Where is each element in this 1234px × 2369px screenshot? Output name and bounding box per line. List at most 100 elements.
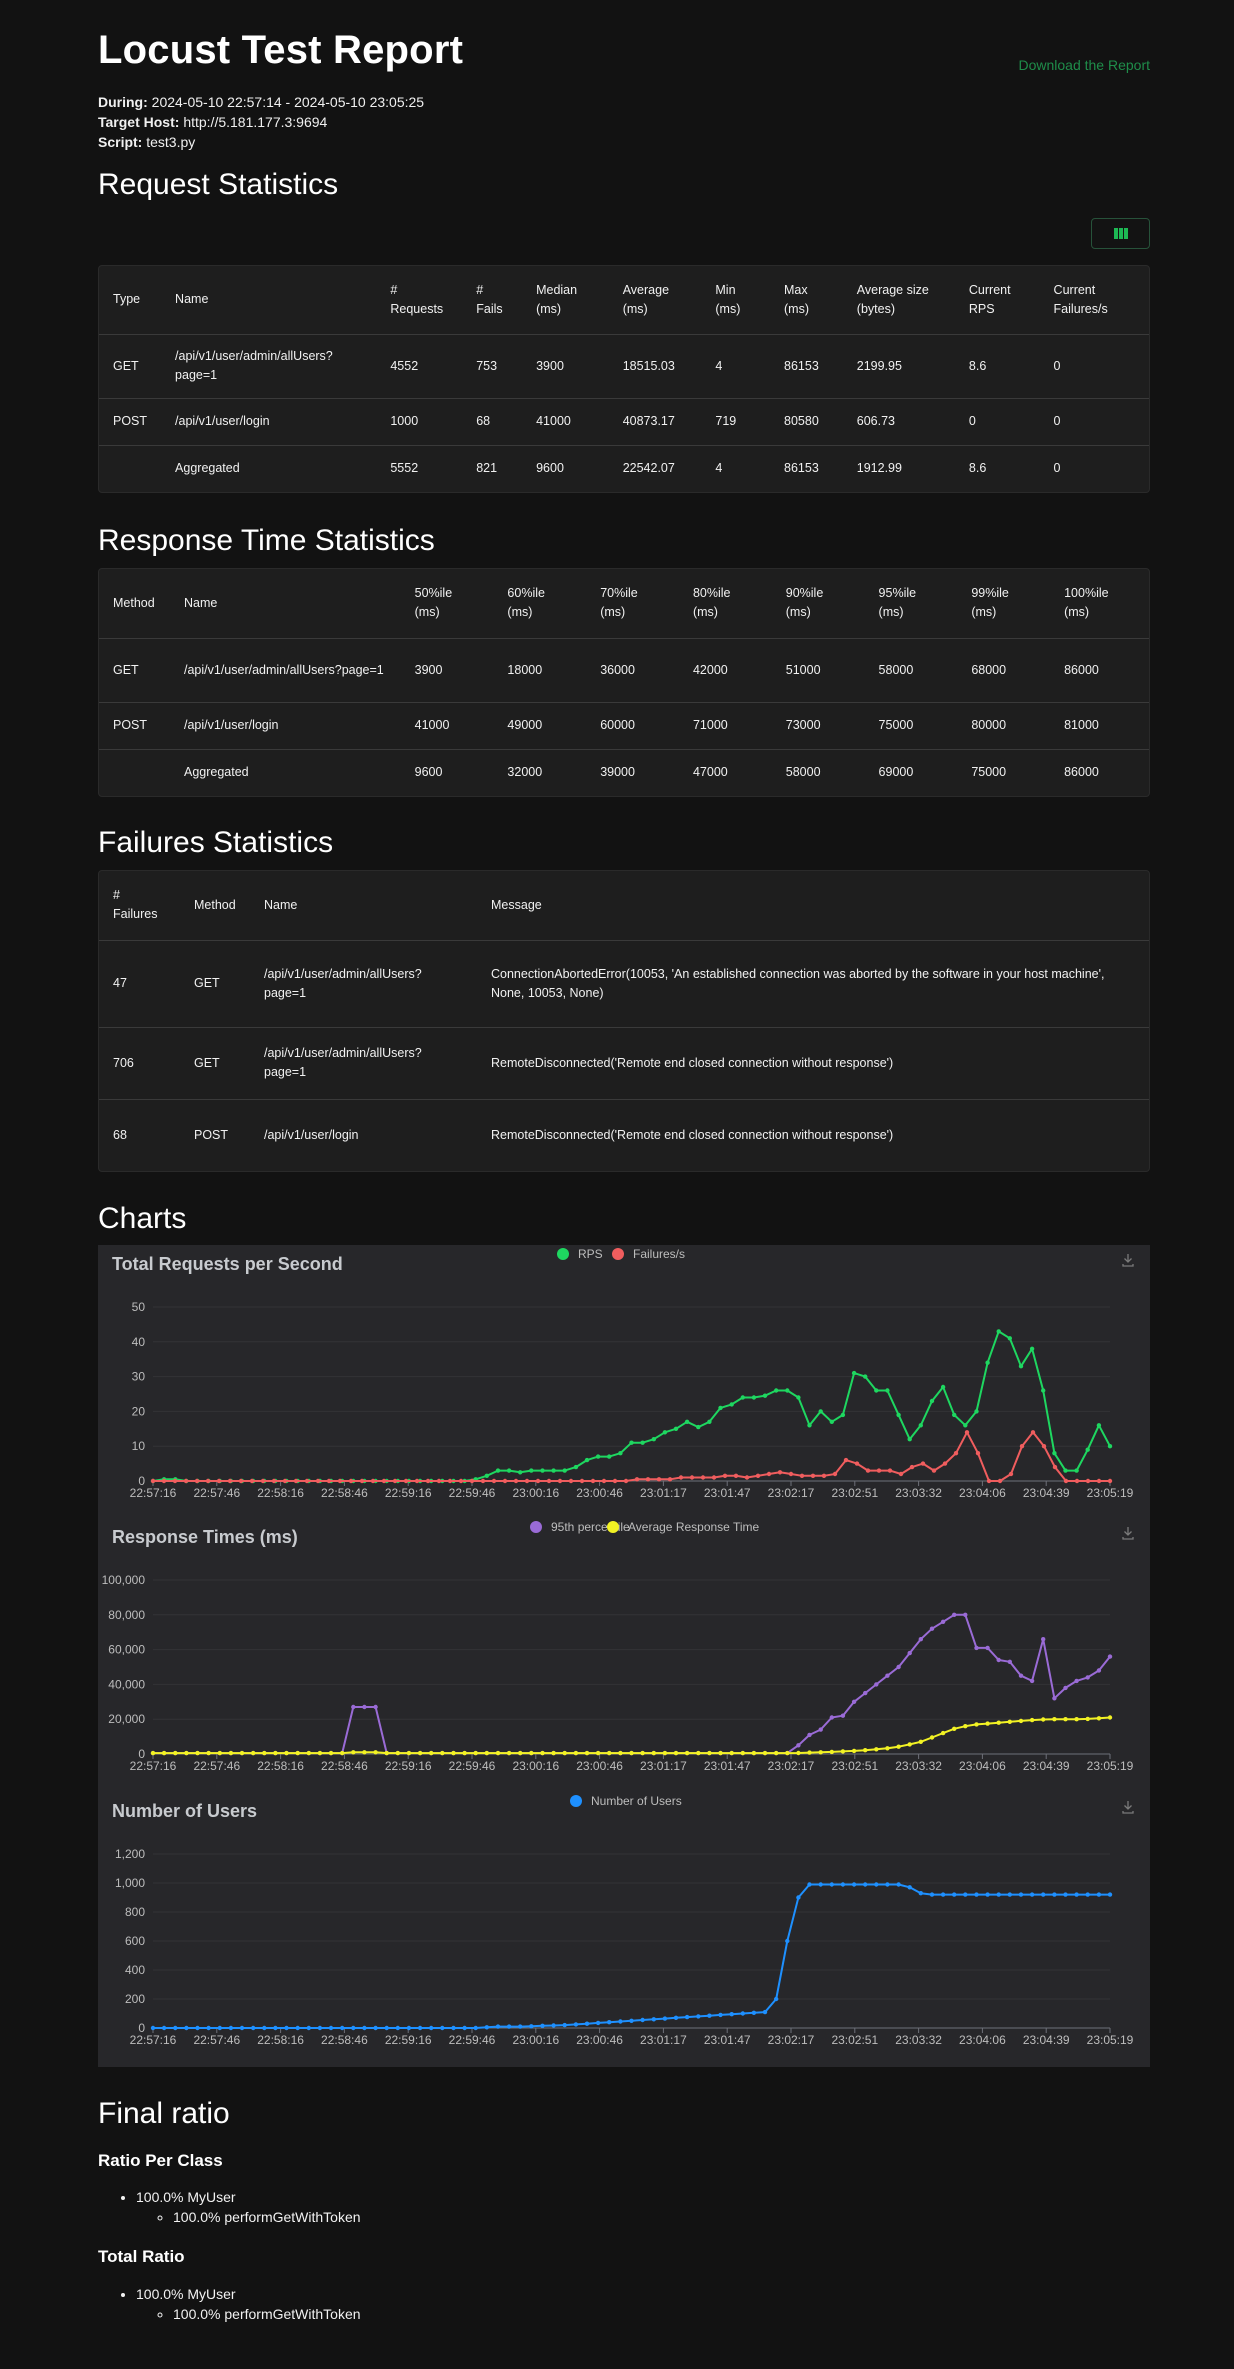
data-point [952,1612,957,1617]
legend-marker[interactable] [570,1795,582,1807]
table-cell: /api/v1/user/admin/allUsers?page=1 [264,1046,422,1079]
table-cell: 60000 [600,718,635,732]
meta-during: During: 2024-05-10 22:57:14 - 2024-05-10… [98,92,424,112]
legend-marker[interactable] [607,1521,619,1533]
column-header[interactable]: Method [99,569,170,638]
column-header[interactable]: Message [477,871,1149,940]
data-point [295,2025,300,2031]
column-header[interactable]: 70%ile (ms) [586,569,679,638]
data-point [707,1750,712,1756]
data-point [940,1892,946,1897]
column-header[interactable]: Name [170,569,401,638]
x-tick-label: 23:05:19 [1087,2033,1134,2047]
data-point [1052,1892,1057,1897]
data-point [974,1645,979,1651]
data-point [1085,1716,1090,1722]
table-cell: 41000 [536,414,571,428]
download-icon[interactable] [1122,1527,1134,1540]
column-header[interactable]: 80%ile (ms) [679,569,772,638]
data-point [829,1749,834,1755]
column-header[interactable]: 100%ile (ms) [1050,569,1149,638]
data-point [974,1409,979,1414]
data-point [1041,1388,1046,1393]
data-point [874,1388,879,1393]
legend-marker[interactable] [557,1248,569,1260]
data-point [607,1454,612,1459]
table-cell: 22542.07 [622,461,675,476]
x-tick-label: 23:04:06 [959,1759,1006,1773]
data-point [651,1437,656,1442]
data-point [1018,1718,1024,1724]
column-header[interactable]: 50%ile (ms) [401,569,494,638]
download-icon[interactable] [1122,1254,1134,1267]
column-header[interactable]: Type [99,266,161,334]
x-tick-label: 23:01:47 [704,1486,751,1500]
data-point [491,1478,497,1484]
column-header[interactable]: # Requests [376,266,462,334]
data-point [1041,1637,1046,1642]
x-tick-label: 22:58:16 [257,1759,304,1773]
column-header[interactable]: 99%ile (ms) [957,569,1050,638]
data-point [851,1748,857,1754]
column-header[interactable]: Name [250,871,477,940]
data-point [1085,1675,1090,1680]
data-point [584,2021,590,2026]
legend-marker[interactable] [612,1248,624,1260]
legend-label[interactable]: Number of Users [591,1794,682,1808]
data-point [931,1468,937,1473]
legend-label[interactable]: RPS [578,1247,603,1261]
download-icon[interactable] [1122,1801,1134,1814]
column-header[interactable]: Name [161,266,376,334]
data-point [785,1388,790,1393]
data-point [306,2025,311,2031]
data-point [1063,1468,1068,1473]
column-header[interactable]: Average size (bytes) [843,266,955,334]
table-cell: GET [113,662,139,677]
column-header[interactable]: Median (ms) [522,266,609,334]
column-header[interactable]: 60%ile (ms) [493,569,586,638]
column-header[interactable]: Method [180,871,250,940]
data-point [774,1996,779,2002]
download-report-link[interactable]: Download the Report [1018,57,1150,73]
legend-marker[interactable] [530,1521,542,1533]
data-point [774,1750,779,1756]
column-header[interactable]: Current RPS [955,266,1040,334]
data-point [729,2012,734,2017]
column-header[interactable]: # Failures [99,871,180,940]
total-ratio-list: 100.0% MyUser 100.0% performGetWithToken [136,2284,361,2324]
table-row: 706 GET/api/v1/user/admin/allUsers?page=1… [99,1027,1149,1099]
data-point [1018,1892,1024,1897]
failures-statistics-title: Failures Statistics [98,826,334,859]
data-point [863,1882,868,1887]
column-header[interactable]: Max (ms) [770,266,843,334]
x-tick-label: 22:59:16 [385,1759,432,1773]
list-item: 100.0% MyUser 100.0% performGetWithToken [136,2284,361,2324]
legend-label[interactable]: Failures/s [633,1247,685,1261]
table-cell: 1000 [390,414,419,428]
data-point [796,1750,801,1756]
page-title: Locust Test Report [98,28,464,72]
legend-label[interactable]: Average Response Time [628,1520,760,1534]
table-cell: 3900 [536,358,564,373]
column-header[interactable]: 95%ile (ms) [865,569,958,638]
data-point [718,2012,723,2018]
column-header[interactable]: Min (ms) [701,266,770,334]
column-header[interactable]: Average (ms) [609,266,702,334]
data-point [1019,1444,1025,1449]
data-point [662,1750,668,1756]
series-line [153,1883,1110,2029]
column-toggle-button[interactable] [1091,218,1150,249]
chart-title: Response Times (ms) [112,1527,298,1547]
data-point [540,2023,545,2028]
data-point [807,1732,812,1738]
column-header[interactable]: # Fails [462,266,522,334]
table-cell: 69000 [878,765,914,780]
data-point [618,1750,623,1756]
column-header[interactable]: 90%ile (ms) [772,569,865,638]
response-time-statistics-title: Response Time Statistics [98,524,435,557]
table-cell: /api/v1/user/admin/allUsers?page=1 [264,966,422,1000]
table-cell: 73000 [785,718,821,732]
column-header[interactable]: Current Failures/s [1040,266,1149,334]
data-point [351,1704,356,1710]
data-point [1085,1892,1090,1897]
